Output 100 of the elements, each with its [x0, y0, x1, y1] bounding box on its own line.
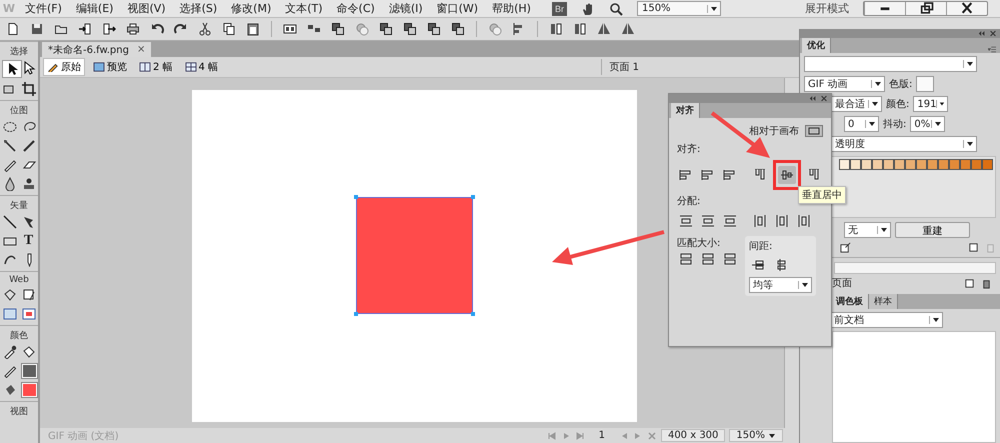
dropdown-arrow-icon[interactable] — [871, 80, 884, 88]
panel-tab[interactable]: 调色板 — [831, 294, 869, 309]
color-swatch[interactable] — [850, 159, 861, 170]
dropdown-arrow-icon[interactable] — [768, 432, 776, 440]
canvas-frame-icon[interactable] — [805, 125, 823, 137]
view-mode-tab[interactable]: 4 幅 — [180, 58, 222, 76]
printer-icon[interactable] — [124, 21, 142, 37]
workspace-mode-menu[interactable]: 展开模式 — [805, 1, 849, 16]
dropdown-arrow-icon[interactable] — [798, 281, 811, 289]
color-swatch[interactable] — [916, 159, 927, 170]
color-swatch[interactable] — [839, 159, 850, 170]
view-mode-tab[interactable]: 预览 — [89, 58, 131, 76]
stroke-color-well[interactable] — [22, 364, 36, 378]
optimize-tab[interactable]: 优化 — [802, 38, 831, 53]
menu-item[interactable]: 编辑(E) — [68, 1, 120, 16]
annotation-arrow — [710, 111, 770, 158]
menu-item[interactable]: 帮助(H) — [485, 1, 538, 16]
zoom-level-menu[interactable]: 150% — [729, 429, 783, 442]
pages-panel-title: 页面 — [832, 277, 852, 290]
spacing-label: 间距: — [749, 240, 772, 253]
image-icon — [93, 62, 105, 72]
stack-icon[interactable] — [401, 21, 419, 37]
edit-color-icon[interactable] — [840, 242, 851, 253]
dropdown-arrow-icon[interactable] — [929, 316, 942, 324]
dropdown-arrow-icon[interactable] — [865, 120, 878, 128]
crop-icon[interactable] — [20, 81, 36, 97]
triangle-icon[interactable] — [619, 21, 637, 37]
color-swatch[interactable] — [971, 159, 982, 170]
color-swatch[interactable] — [949, 159, 960, 170]
palette-source-dropdown[interactable]: 前文档 — [830, 312, 943, 328]
text-tool[interactable]: T — [20, 233, 36, 249]
matte-dropdown[interactable]: 无 — [844, 222, 891, 238]
panel-tab[interactable]: 样本 — [869, 294, 898, 309]
spacing-dropdown[interactable]: 均等 — [749, 277, 812, 293]
color-swatch[interactable] — [960, 159, 971, 170]
align-icon[interactable] — [778, 166, 796, 184]
bridge-button[interactable]: Br — [552, 2, 567, 16]
page-selector[interactable]: 页面 1 — [609, 60, 639, 74]
toolbox-section-title: Web — [0, 271, 38, 286]
marquee-icon[interactable] — [2, 119, 18, 135]
color-swatch[interactable] — [883, 159, 894, 170]
close-tab-button[interactable]: × — [136, 44, 146, 55]
document-tab[interactable]: *未命名-6.fw.png × — [42, 42, 152, 57]
image-size[interactable]: 400 x 300 — [660, 429, 726, 442]
dropdown-arrow-icon[interactable] — [868, 100, 881, 108]
colors-dropdown[interactable]: 191 — [913, 96, 948, 112]
color-swatch[interactable] — [872, 159, 883, 170]
format-dropdown[interactable]: GIF 动画 — [804, 76, 885, 92]
stack-icon[interactable] — [329, 21, 347, 37]
brush-icon[interactable] — [20, 138, 36, 154]
palette-label: 色版: — [889, 78, 912, 91]
stack-icon[interactable] — [425, 21, 443, 37]
fill-color-well[interactable] — [22, 383, 36, 397]
menu-item[interactable]: 窗口(W) — [430, 1, 486, 16]
zoom-field[interactable]: 150% — [636, 1, 721, 16]
color-swatch[interactable] — [905, 159, 916, 170]
view-mode-tab[interactable]: 原始 — [43, 58, 85, 76]
stack-icon[interactable] — [377, 21, 395, 37]
menu-item[interactable]: 文件(F) — [18, 1, 69, 16]
new-page-icon[interactable] — [968, 242, 979, 253]
dropdown-arrow-icon[interactable] — [963, 140, 976, 148]
toolbox-section-title: 选择 — [0, 41, 38, 59]
new-page-icon[interactable] — [964, 278, 975, 288]
show-slices-icon[interactable] — [20, 306, 36, 322]
menu-item[interactable]: 视图(V) — [120, 1, 173, 16]
hand-icon[interactable] — [580, 2, 595, 16]
pointer-icon[interactable] — [2, 60, 22, 78]
triangle-icon[interactable] — [595, 21, 613, 37]
palette-swatch-button[interactable] — [916, 76, 934, 92]
match-size-label: 匹配大小: — [677, 236, 722, 250]
trash-icon[interactable] — [981, 278, 992, 288]
dropdown-arrow-icon[interactable] — [877, 226, 890, 234]
align-tab[interactable]: 对齐 — [671, 103, 700, 118]
menu-item[interactable]: 滤镜(I) — [382, 1, 430, 16]
menu-item[interactable]: 命令(C) — [330, 1, 382, 16]
rebuild-button[interactable]: 重建 — [895, 222, 970, 238]
view-mode-tab[interactable]: 2 幅 — [135, 58, 177, 76]
slice-icon[interactable] — [20, 287, 36, 303]
stack-icon[interactable] — [449, 21, 467, 37]
line-icon[interactable] — [2, 214, 18, 230]
color-swatch[interactable] — [894, 159, 905, 170]
color-swatch[interactable] — [938, 159, 949, 170]
menu-item[interactable]: 选择(S) — [172, 1, 224, 16]
eyedropper-icon[interactable] — [2, 344, 18, 360]
dither-field[interactable]: 0% — [910, 116, 946, 132]
menu-item[interactable]: 修改(M) — [224, 1, 278, 16]
dropdown-arrow-icon[interactable] — [706, 4, 720, 12]
color-swatch[interactable] — [982, 159, 993, 170]
toolbox-section-title: 矢量 — [0, 195, 38, 213]
color-swatch[interactable] — [927, 159, 938, 170]
wand-icon[interactable] — [2, 138, 18, 154]
hide-slices-icon[interactable] — [2, 306, 18, 322]
search-icon[interactable] — [608, 2, 623, 16]
panel-menu-icon[interactable] — [988, 46, 996, 53]
dropdown-arrow-icon[interactable] — [963, 60, 976, 68]
distribute-label: 分配: — [677, 195, 700, 208]
loss-field[interactable]: 0 — [844, 116, 879, 132]
color-swatch[interactable] — [861, 159, 872, 170]
hotspot-icon[interactable] — [2, 287, 18, 303]
menu-item[interactable]: 文本(T) — [278, 1, 330, 16]
